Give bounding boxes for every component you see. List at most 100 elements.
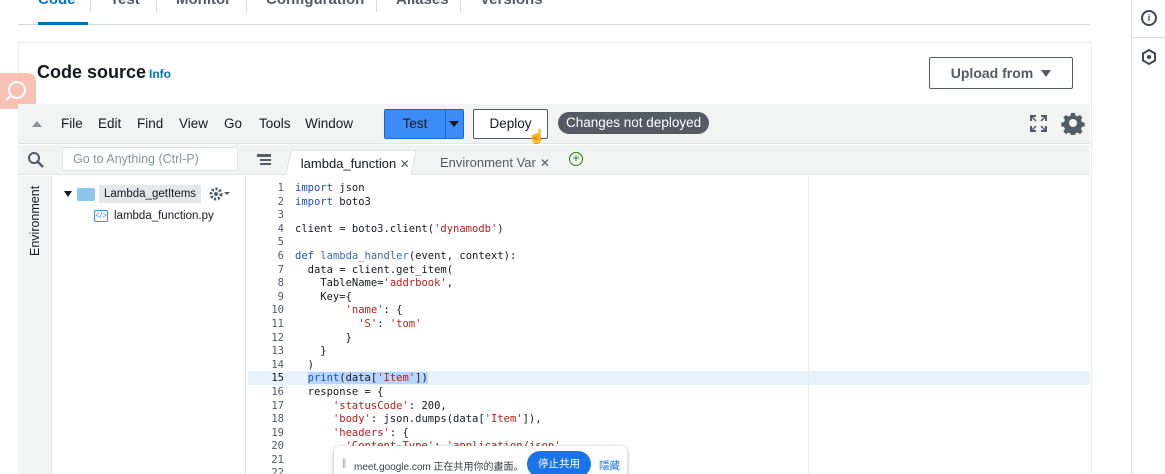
collapse-icon[interactable] <box>32 121 42 127</box>
python-file-icon: </> <box>94 210 108 222</box>
code-editor[interactable]: 1 2 3 4 5 6 7 8 9 10 11 12 13 14 15 16 17 18 19 20 21 22 impo… <box>248 176 1090 474</box>
search-icon[interactable] <box>27 151 44 168</box>
line-number: 14 <box>271 358 284 371</box>
tab-divider <box>156 0 157 12</box>
test-label: Test <box>402 116 428 131</box>
stop-sharing-button[interactable]: 停止共用 <box>527 451 591 474</box>
upload-from-button[interactable]: Upload from <box>929 57 1073 89</box>
tab-divider <box>246 0 247 12</box>
code-line: data = client.get_item( <box>295 263 454 276</box>
sidebar-search-bar: Go to Anything (Ctrl-P) <box>18 145 248 175</box>
folder-icon <box>77 187 95 201</box>
upload-from-label: Upload from <box>950 65 1034 81</box>
close-icon[interactable]: ✕ <box>540 156 550 170</box>
tab-divider <box>376 0 377 12</box>
line-number: 22 <box>271 467 284 474</box>
hexagon-icon[interactable] <box>1140 48 1158 66</box>
environment-tab[interactable]: Environment <box>28 186 42 256</box>
gear-icon[interactable] <box>1061 111 1085 135</box>
tab-aliases[interactable]: Aliases <box>396 0 449 8</box>
tab-test[interactable]: Test <box>110 0 140 8</box>
line-number: 2 <box>277 195 284 208</box>
menu-go[interactable]: Go <box>224 116 242 131</box>
tab-monitor[interactable]: Monitor <box>176 0 231 8</box>
line-number: 4 <box>277 222 284 235</box>
line-number: 7 <box>277 263 284 276</box>
tab-divider <box>90 0 91 12</box>
line-number: 16 <box>271 385 284 398</box>
right-rail: i <box>1131 0 1165 474</box>
line-number: 13 <box>271 345 284 358</box>
code-line-active: print(data['Item']) <box>307 372 428 385</box>
tab-lambda-function-label: lambda_function <box>300 156 397 171</box>
tab-lambda-function[interactable]: lambda_function ✕ <box>285 150 417 177</box>
line-number: 21 <box>271 453 284 466</box>
menu-tools[interactable]: Tools <box>259 116 291 131</box>
line-number: 10 <box>271 304 284 317</box>
search-handle <box>5 94 12 102</box>
menu-find[interactable]: Find <box>137 116 163 131</box>
drag-handle[interactable]: || <box>342 458 346 469</box>
line-number: 18 <box>271 413 284 426</box>
code-line: 'body': json.dumps(data['Item']), <box>332 413 542 426</box>
rail-divider <box>1132 37 1165 38</box>
code-line: import json <box>295 182 365 194</box>
menu-window[interactable]: Window <box>305 116 353 131</box>
close-icon[interactable]: ✕ <box>400 152 410 177</box>
code-line: 'name': { <box>345 304 403 317</box>
hide-link[interactable]: 隱藏 <box>599 458 620 473</box>
info-link[interactable]: Info <box>149 67 171 81</box>
code-line: response = { <box>295 385 384 398</box>
chevron-down-icon[interactable] <box>449 121 459 127</box>
pointer-cursor-icon: ☝ <box>528 128 546 144</box>
code-line: import boto3 <box>295 195 371 208</box>
code-line: TableName='addrbook', <box>295 277 454 290</box>
file-tree: Lambda_getItems </> lambda_function.py <box>52 176 246 474</box>
plus-icon[interactable]: + <box>569 152 583 166</box>
folder-label: Lambda_getItems <box>99 185 202 203</box>
expand-icon[interactable] <box>1030 115 1047 132</box>
line-number: 19 <box>271 426 284 439</box>
tab-divider <box>460 0 461 12</box>
info-icon[interactable]: i <box>1141 10 1157 26</box>
test-button[interactable]: Test <box>384 109 464 139</box>
code-line: 'headers': { <box>332 426 409 439</box>
share-message: meet.google.com 正在共用你的畫面。 <box>354 462 524 473</box>
line-number: 11 <box>271 317 284 330</box>
line-number: 9 <box>277 290 284 303</box>
tab-configuration[interactable]: Configuration <box>266 0 364 8</box>
code-content[interactable]: import json import boto3 client = boto3.… <box>295 182 1090 474</box>
tab-list-icon[interactable] <box>257 154 271 166</box>
line-number: 6 <box>277 249 284 262</box>
ide-menubar: File Edit Find View Go Tools Window Test… <box>18 104 1090 144</box>
code-line: 'S': 'tom' <box>358 317 422 330</box>
code-line: 'statusCode': 200, <box>332 399 447 412</box>
line-number: 1 <box>277 182 284 194</box>
folder-item[interactable]: Lambda_getItems <box>64 184 202 204</box>
function-tabs: Code Test Monitor Configuration Aliases … <box>18 0 1090 25</box>
menu-view[interactable]: View <box>179 116 208 131</box>
gear-icon[interactable] <box>209 187 231 201</box>
file-label: lambda_function.py <box>114 210 214 222</box>
active-tab-indicator <box>38 22 88 25</box>
editor-tabs: lambda_function ✕ Environment Var ✕ + <box>248 145 1090 175</box>
code-line: def lambda_handler(event, context): <box>295 249 517 262</box>
menu-edit[interactable]: Edit <box>98 116 121 131</box>
page-title: Code source <box>37 62 147 82</box>
tab-versions[interactable]: Versions <box>480 0 543 8</box>
file-item[interactable]: </> lambda_function.py <box>94 208 214 224</box>
code-line: } <box>295 331 352 344</box>
line-number: 8 <box>277 277 284 290</box>
tab-code[interactable]: Code <box>38 0 76 8</box>
tab-environment-var[interactable]: Environment Var ✕ <box>428 150 556 175</box>
line-gutter: 1 2 3 4 5 6 7 8 9 10 11 12 13 14 15 16 17 18 19 20 21 22 <box>248 182 284 474</box>
lambda-console: Code Test Monitor Configuration Aliases … <box>0 0 1165 474</box>
environment-strip: Environment <box>18 176 52 474</box>
status-badge: Changes not deployed <box>558 112 710 134</box>
go-to-anything-input[interactable]: Go to Anything (Ctrl-P) <box>62 147 238 171</box>
tab-environment-var-label: Environment Var <box>440 155 536 170</box>
menu-file[interactable]: File <box>61 116 83 131</box>
expand-arrow-icon[interactable] <box>64 191 72 197</box>
